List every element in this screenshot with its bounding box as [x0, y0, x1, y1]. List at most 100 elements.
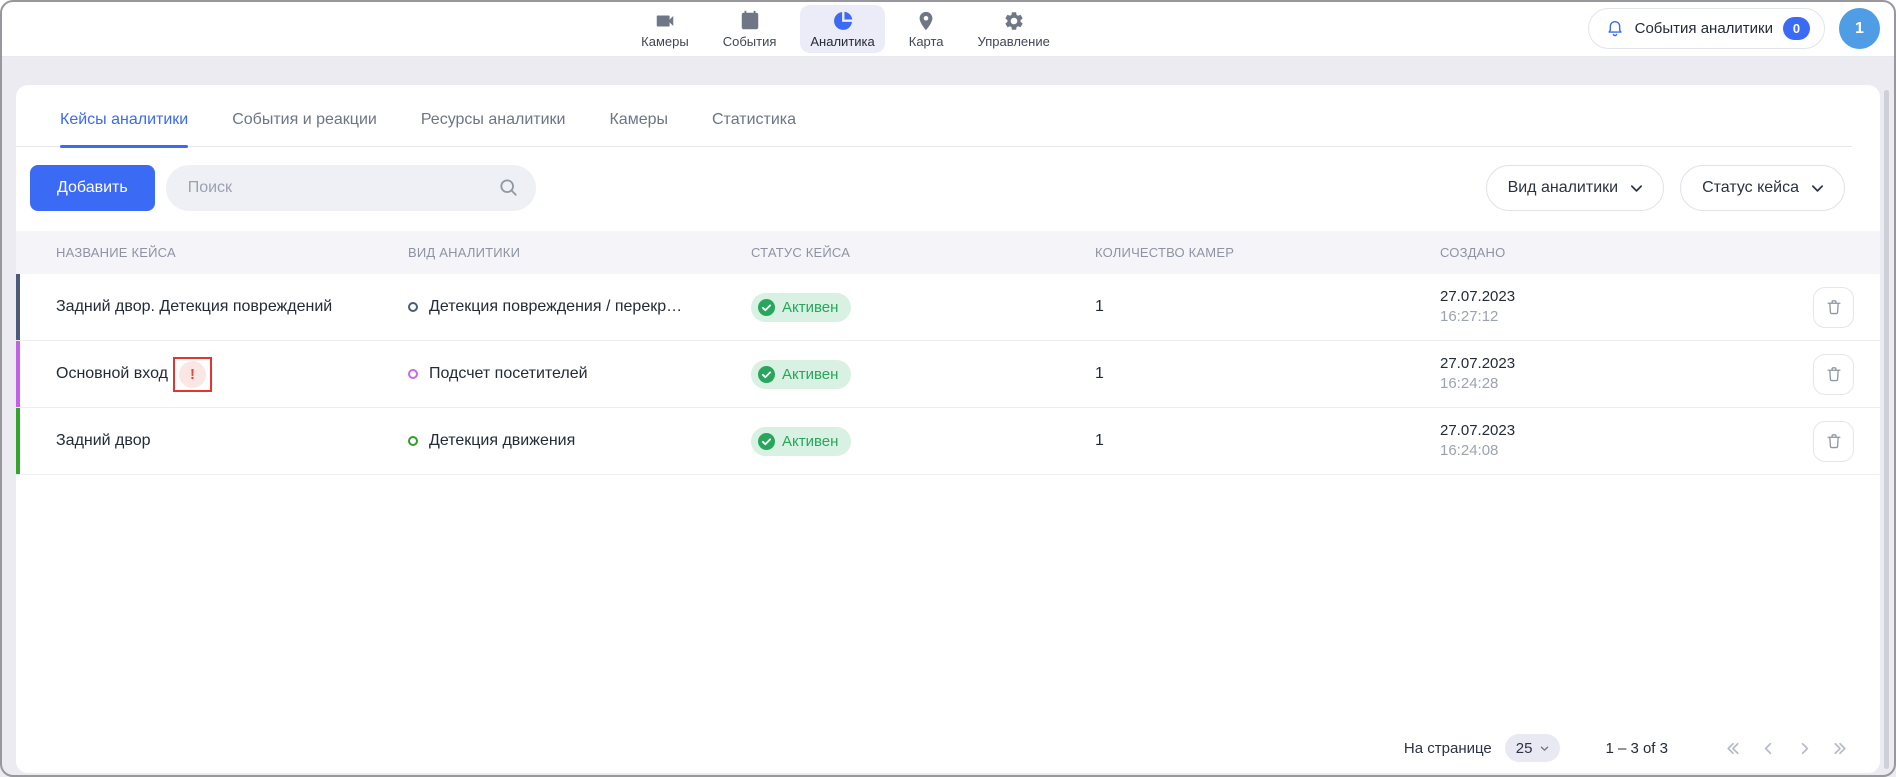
analytics-type-filter[interactable]: Вид аналитики [1486, 165, 1665, 211]
col-header-case-status: СТАТУС КЕЙСА [751, 245, 1095, 260]
status-label: Активен [782, 366, 838, 383]
chevron-down-icon [1629, 181, 1644, 196]
status-badge: Активен [751, 293, 851, 322]
chevron-down-icon [1539, 743, 1550, 754]
range-text: 1 – 3 of 3 [1605, 740, 1668, 757]
events-count-badge: 0 [1783, 17, 1810, 40]
filter-label: Вид аналитики [1508, 179, 1619, 197]
row-accent-bar [16, 408, 20, 474]
events-button-label: События аналитики [1635, 20, 1773, 37]
col-header-created: СОЗДАНО [1440, 245, 1754, 260]
analytics-type-icon [408, 369, 418, 379]
table-header: НАЗВАНИЕ КЕЙСА ВИД АНАЛИТИКИ СТАТУС КЕЙС… [16, 231, 1880, 274]
delete-button[interactable] [1813, 421, 1854, 462]
case-status-filter[interactable]: Статус кейса [1680, 165, 1845, 211]
tab-analytics-resources[interactable]: Ресурсы аналитики [421, 111, 566, 146]
case-name: Основной вход [56, 365, 168, 383]
created-date: 27.07.2023 [1440, 421, 1754, 441]
filter-label: Статус кейса [1702, 179, 1799, 197]
table-row[interactable]: Задний двор ! Детекция движения Активен … [16, 408, 1880, 475]
analytics-type-icon [408, 302, 418, 312]
status-badge: Активен [751, 427, 851, 456]
nav-item-management[interactable]: Управление [968, 5, 1060, 53]
search-icon [498, 177, 519, 198]
vertical-scrollbar[interactable] [1884, 90, 1889, 769]
per-page-label: На странице [1404, 740, 1492, 757]
tab-events-and-reactions[interactable]: События и реакции [232, 111, 377, 146]
next-page-button[interactable] [1795, 739, 1814, 758]
toolbar: Добавить Вид аналитики Статус кейса [30, 165, 1845, 211]
table-row[interactable]: Задний двор. Детекция повреждений ! Дете… [16, 274, 1880, 341]
created-time: 16:27:12 [1440, 307, 1754, 327]
top-bar: Камеры События Аналитика Карта Управлени… [0, 0, 1896, 57]
camera-icon [654, 10, 676, 32]
analytics-type-label: Подсчет посетителей [429, 365, 588, 383]
status-label: Активен [782, 299, 838, 316]
col-header-case-name: НАЗВАНИЕ КЕЙСА [56, 245, 408, 260]
delete-button[interactable] [1813, 287, 1854, 328]
trash-icon [1824, 297, 1844, 317]
status-badge: Активен [751, 360, 851, 389]
nav-item-analytics[interactable]: Аналитика [800, 5, 884, 53]
check-circle-icon [758, 299, 775, 316]
check-circle-icon [758, 366, 775, 383]
user-avatar[interactable]: 1 [1839, 8, 1880, 49]
created-date: 27.07.2023 [1440, 354, 1754, 374]
nav-item-events[interactable]: События [713, 5, 787, 53]
content-card: Кейсы аналитики События и реакции Ресурс… [16, 85, 1880, 773]
analytics-type-label: Детекция движения [429, 432, 575, 450]
add-button[interactable]: Добавить [30, 165, 155, 211]
prev-page-button[interactable] [1759, 739, 1778, 758]
camera-count: 1 [1095, 298, 1440, 316]
main-nav: Камеры События Аналитика Карта Управлени… [631, 0, 1060, 56]
per-page-select[interactable]: 25 [1505, 734, 1561, 762]
map-pin-icon [915, 10, 937, 32]
filters: Вид аналитики Статус кейса [1486, 165, 1845, 211]
nav-label: Карта [909, 34, 944, 49]
table-row[interactable]: Основной вход ! Подсчет посетителей Акти… [16, 341, 1880, 408]
analytics-icon [832, 10, 854, 32]
warning-icon: ! [173, 357, 212, 392]
row-accent-bar [16, 274, 20, 340]
col-header-camera-count: КОЛИЧЕСТВО КАМЕР [1095, 245, 1440, 260]
warning-mark: ! [190, 366, 195, 383]
pagination-bar: На странице 25 1 – 3 of 3 [16, 723, 1880, 773]
analytics-type-label: Детекция повреждения / перекр… [429, 298, 682, 316]
nav-label: События [723, 34, 777, 49]
first-page-button[interactable] [1723, 739, 1742, 758]
top-right-controls: События аналитики 0 1 [1588, 8, 1880, 49]
created-time: 16:24:28 [1440, 374, 1754, 394]
trash-icon [1824, 364, 1844, 384]
check-circle-icon [758, 433, 775, 450]
bell-icon [1605, 19, 1625, 39]
created-time: 16:24:08 [1440, 441, 1754, 461]
per-page-value: 25 [1516, 740, 1533, 757]
nav-label: Аналитика [810, 34, 874, 49]
search-input[interactable] [166, 165, 536, 211]
col-header-analytics-type: ВИД АНАЛИТИКИ [408, 245, 751, 260]
tab-statistics[interactable]: Статистика [712, 111, 796, 146]
analytics-type-icon [408, 436, 418, 446]
tab-analytics-cases[interactable]: Кейсы аналитики [60, 111, 188, 146]
warning-circle: ! [179, 361, 206, 388]
nav-item-map[interactable]: Карта [899, 5, 954, 53]
nav-item-cameras[interactable]: Камеры [631, 5, 699, 53]
last-page-button[interactable] [1831, 739, 1850, 758]
table-body: Задний двор. Детекция повреждений ! Дете… [16, 274, 1880, 475]
events-icon [739, 10, 761, 32]
search-wrap [166, 165, 536, 211]
pager [1723, 739, 1850, 758]
analytics-events-button[interactable]: События аналитики 0 [1588, 8, 1825, 49]
section-tabs: Кейсы аналитики События и реакции Ресурс… [16, 85, 1852, 147]
status-label: Активен [782, 433, 838, 450]
tab-cameras[interactable]: Камеры [609, 111, 668, 146]
case-name: Задний двор [56, 432, 151, 450]
nav-label: Камеры [641, 34, 689, 49]
camera-count: 1 [1095, 365, 1440, 383]
case-name: Задний двор. Детекция повреждений [56, 298, 332, 316]
delete-button[interactable] [1813, 354, 1854, 395]
row-accent-bar [16, 341, 20, 407]
settings-icon [1003, 10, 1025, 32]
chevron-down-icon [1810, 181, 1825, 196]
trash-icon [1824, 431, 1844, 451]
